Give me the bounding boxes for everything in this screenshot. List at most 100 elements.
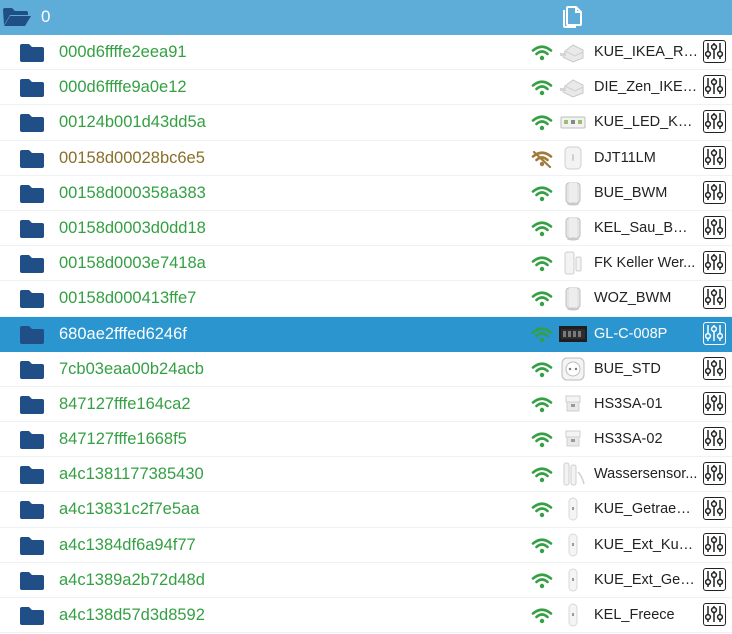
wifi-icon	[531, 290, 553, 313]
device-name: BUE_STD	[594, 360, 661, 377]
device-name: KUE_Ext_Kueh...	[594, 536, 698, 553]
settings-sliders-icon[interactable]	[703, 356, 726, 380]
settings-sliders-icon[interactable]	[703, 145, 726, 169]
device-id[interactable]: 000d6ffffe2eea91	[59, 42, 187, 62]
thermo-device-icon	[559, 495, 587, 523]
device-id[interactable]: 847127fffe164ca2	[59, 394, 191, 414]
device-name: GL-C-008P	[594, 325, 668, 342]
thermo-device-icon	[559, 531, 587, 559]
settings-sliders-icon[interactable]	[703, 251, 726, 275]
device-name: HS3SA-01	[594, 395, 663, 412]
device-row[interactable]: 000d6ffffe2eea91 KUE_IKEA_Re...	[0, 35, 732, 71]
folder-icon[interactable]	[19, 360, 45, 384]
device-row[interactable]: a4c1389a2b72d48d KUE_Ext_Gefri...	[0, 563, 732, 598]
device-row[interactable]: 7cb03eaa00b24acb BUE_STD	[0, 352, 732, 387]
settings-sliders-icon[interactable]	[703, 567, 726, 591]
device-row[interactable]: 00158d000413ffe7 WOZ_BWM	[0, 281, 732, 317]
device-row[interactable]: 847127fffe1668f5 HS3SA-02	[0, 422, 732, 458]
folder-icon[interactable]	[19, 430, 45, 454]
settings-sliders-icon[interactable]	[703, 321, 726, 345]
folder-icon[interactable]	[19, 113, 45, 137]
folder-icon[interactable]	[19, 184, 45, 208]
wifi-icon	[531, 44, 553, 67]
folder-icon[interactable]	[19, 149, 45, 173]
device-id[interactable]: 00158d0003e7418a	[59, 253, 206, 273]
settings-sliders-icon[interactable]	[703, 497, 726, 521]
device-id[interactable]: a4c13831c2f7e5aa	[59, 499, 199, 519]
wifi-icon	[531, 572, 553, 595]
folder-icon[interactable]	[19, 571, 45, 595]
folder-icon[interactable]	[19, 536, 45, 560]
device-id[interactable]: 00124b001d43dd5a	[59, 112, 206, 132]
settings-sliders-icon[interactable]	[703, 215, 726, 239]
device-id[interactable]: 680ae2fffed6246f	[59, 324, 187, 344]
device-id[interactable]: a4c1381177385430	[59, 464, 204, 484]
device-row[interactable]: 00158d00028bc6e5 DJT11LM	[0, 141, 732, 176]
device-row[interactable]: 00124b001d43dd5a KUE_LED_Koc...	[0, 105, 732, 141]
settings-sliders-icon[interactable]	[703, 603, 726, 626]
folder-icon[interactable]	[19, 254, 45, 278]
device-row[interactable]: 680ae2fffed6246f GL-C-008P	[0, 316, 732, 352]
motion-device-icon	[559, 214, 587, 242]
device-id[interactable]: 847127fffe1668f5	[59, 429, 187, 449]
folder-open-icon[interactable]	[2, 7, 32, 32]
copy-icon[interactable]	[562, 6, 582, 34]
device-name: KUE_IKEA_Re...	[594, 44, 698, 60]
device-id[interactable]: 7cb03eaa00b24acb	[59, 359, 204, 379]
device-id[interactable]: 00158d00028bc6e5	[59, 148, 205, 168]
motion-device-icon	[559, 179, 587, 207]
folder-icon[interactable]	[19, 395, 45, 419]
device-id[interactable]: 000d6ffffe9a0e12	[59, 77, 187, 97]
folder-icon[interactable]	[19, 78, 45, 102]
wifi-icon	[531, 114, 553, 137]
settings-sliders-icon[interactable]	[703, 427, 726, 451]
settings-sliders-icon[interactable]	[703, 532, 726, 556]
device-row[interactable]: 00158d000358a383 BUE_BWM	[0, 176, 732, 211]
device-row[interactable]: a4c138d57d3d8592 KEL_Freece	[0, 598, 732, 634]
folder-icon[interactable]	[19, 325, 45, 349]
device-id[interactable]: a4c138d57d3d8592	[59, 605, 205, 625]
device-id[interactable]: 00158d000413ffe7	[59, 288, 196, 308]
device-name: WOZ_BWM	[594, 290, 672, 307]
wifi-icon	[531, 79, 553, 102]
settings-sliders-icon[interactable]	[703, 75, 726, 99]
folder-icon[interactable]	[19, 219, 45, 243]
wifi-icon	[531, 466, 553, 489]
device-row[interactable]: a4c13831c2f7e5aa KUE_Getraenk...	[0, 492, 732, 528]
folder-icon[interactable]	[19, 289, 45, 313]
folder-icon[interactable]	[19, 43, 45, 67]
device-row[interactable]: a4c1384df6a94f77 KUE_Ext_Kueh...	[0, 528, 732, 563]
wifi-icon	[531, 431, 553, 454]
motion-device-icon	[559, 284, 587, 312]
device-row[interactable]: 00158d0003e7418a FK Keller Wer...	[0, 246, 732, 282]
device-name: KEL_Sau_BWM	[594, 219, 698, 236]
device-id[interactable]: 00158d000358a383	[59, 183, 206, 203]
wifi-off-icon	[531, 150, 553, 173]
settings-sliders-icon[interactable]	[703, 286, 726, 310]
wifi-icon	[531, 255, 553, 278]
settings-sliders-icon[interactable]	[703, 462, 726, 486]
socket-device-icon	[559, 355, 587, 383]
folder-icon[interactable]	[19, 500, 45, 524]
settings-sliders-icon[interactable]	[703, 40, 726, 63]
plug-device-icon	[559, 38, 587, 66]
folder-icon[interactable]	[19, 606, 45, 630]
wifi-icon	[531, 361, 553, 384]
device-row[interactable]: 00158d0003d0dd18 KEL_Sau_BWM	[0, 211, 732, 247]
wifi-icon	[531, 326, 553, 349]
device-id[interactable]: 00158d0003d0dd18	[59, 218, 206, 238]
settings-sliders-icon[interactable]	[703, 180, 726, 204]
wifi-icon	[531, 185, 553, 208]
smoke-device-icon	[559, 425, 587, 453]
wifi-icon	[531, 396, 553, 419]
controller-device-icon	[559, 320, 587, 348]
settings-sliders-icon[interactable]	[703, 110, 726, 134]
device-row[interactable]: a4c1381177385430 Wassersensor...	[0, 457, 732, 493]
device-row[interactable]: 000d6ffffe9a0e12 DIE_Zen_IKEA...	[0, 70, 732, 106]
device-id[interactable]: a4c1384df6a94f77	[59, 535, 196, 555]
device-row[interactable]: 847127fffe164ca2 HS3SA-01	[0, 387, 732, 423]
folder-icon[interactable]	[19, 465, 45, 489]
smoke-device-icon	[559, 390, 587, 418]
settings-sliders-icon[interactable]	[703, 391, 726, 415]
device-id[interactable]: a4c1389a2b72d48d	[59, 570, 205, 590]
